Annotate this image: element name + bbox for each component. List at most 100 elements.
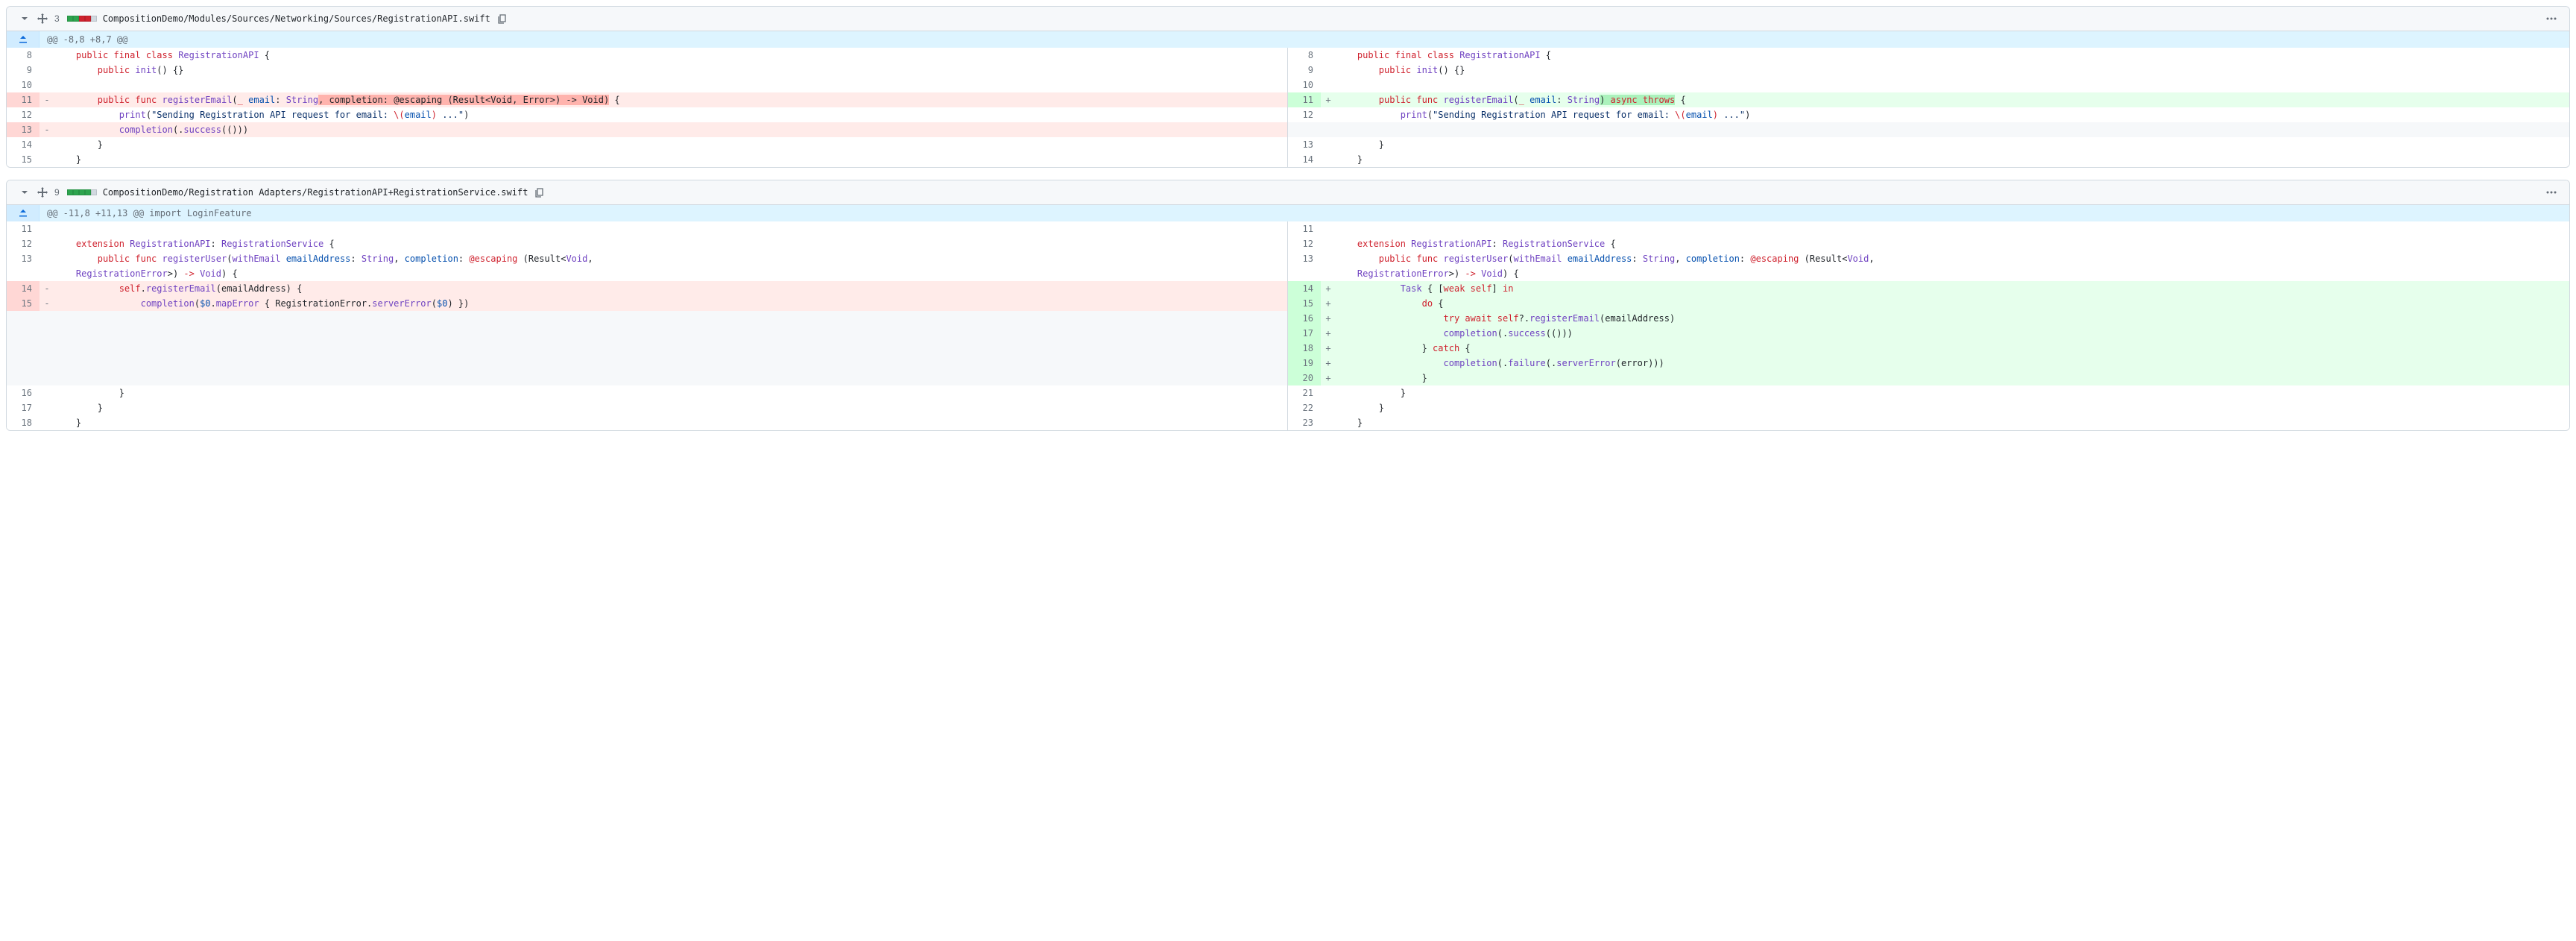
- expand-up-icon[interactable]: [7, 31, 40, 48]
- line-number[interactable]: 9: [1288, 63, 1321, 78]
- diff-line[interactable]: [7, 341, 1287, 356]
- line-number[interactable]: 13: [7, 251, 40, 281]
- diff-line[interactable]: [7, 326, 1287, 341]
- line-number[interactable]: 15: [1288, 296, 1321, 311]
- kebab-menu-icon[interactable]: [2545, 13, 2557, 25]
- chevron-down-icon[interactable]: [19, 186, 31, 198]
- code-content: }: [54, 152, 1287, 167]
- line-number[interactable]: 20: [1288, 371, 1321, 385]
- move-icon[interactable]: [37, 13, 48, 25]
- diff-line[interactable]: 20+ }: [1288, 371, 2569, 385]
- line-number[interactable]: 12: [7, 236, 40, 251]
- diff-line[interactable]: 14 }: [7, 137, 1287, 152]
- diff-line[interactable]: 18 }: [7, 415, 1287, 430]
- diff-line[interactable]: 15- completion($0.mapError { Registratio…: [7, 296, 1287, 311]
- line-number[interactable]: 23: [1288, 415, 1321, 430]
- diff-line[interactable]: 16 }: [7, 385, 1287, 400]
- line-number[interactable]: 16: [1288, 311, 1321, 326]
- diff-line[interactable]: 11: [1288, 221, 2569, 236]
- line-number[interactable]: 12: [7, 107, 40, 122]
- diff-line[interactable]: 10: [7, 78, 1287, 92]
- line-number[interactable]: 19: [1288, 356, 1321, 371]
- line-number[interactable]: 15: [7, 152, 40, 167]
- diff-line[interactable]: 18+ } catch {: [1288, 341, 2569, 356]
- diff-line[interactable]: 13- completion(.success(())): [7, 122, 1287, 137]
- line-number[interactable]: 12: [1288, 107, 1321, 122]
- line-number[interactable]: 13: [1288, 137, 1321, 152]
- line-number[interactable]: 18: [1288, 341, 1321, 356]
- diff-line[interactable]: 22 }: [1288, 400, 2569, 415]
- line-number[interactable]: 13: [7, 122, 40, 137]
- diff-line[interactable]: 13 public func registerUser(withEmail em…: [7, 251, 1287, 281]
- line-number[interactable]: 11: [7, 92, 40, 107]
- line-number[interactable]: 9: [7, 63, 40, 78]
- line-number[interactable]: 15: [7, 296, 40, 311]
- line-number[interactable]: [1288, 122, 1321, 137]
- diff-line[interactable]: 8 public final class RegistrationAPI {: [1288, 48, 2569, 63]
- line-number[interactable]: 14: [7, 281, 40, 296]
- diff-line[interactable]: 11: [7, 221, 1287, 236]
- line-number[interactable]: [7, 356, 40, 371]
- diff-line[interactable]: 19+ completion(.failure(.serverError(err…: [1288, 356, 2569, 371]
- kebab-menu-icon[interactable]: [2545, 186, 2557, 198]
- diff-line[interactable]: 9 public init() {}: [1288, 63, 2569, 78]
- diff-line[interactable]: 15 }: [7, 152, 1287, 167]
- diff-line[interactable]: 12 print("Sending Registration API reque…: [1288, 107, 2569, 122]
- diff-line[interactable]: 21 }: [1288, 385, 2569, 400]
- diff-line[interactable]: 12 extension RegistrationAPI: Registrati…: [7, 236, 1287, 251]
- diff-line[interactable]: 14+ Task { [weak self] in: [1288, 281, 2569, 296]
- line-number[interactable]: 21: [1288, 385, 1321, 400]
- diff-line[interactable]: [1288, 122, 2569, 137]
- line-number[interactable]: 14: [1288, 281, 1321, 296]
- diff-line[interactable]: 8 public final class RegistrationAPI {: [7, 48, 1287, 63]
- diff-line[interactable]: 11- public func registerEmail(_ email: S…: [7, 92, 1287, 107]
- expand-up-icon[interactable]: [7, 205, 40, 221]
- line-number[interactable]: 8: [1288, 48, 1321, 63]
- chevron-down-icon[interactable]: [19, 13, 31, 25]
- line-number[interactable]: 11: [1288, 221, 1321, 236]
- file-path[interactable]: CompositionDemo/Registration Adapters/Re…: [103, 187, 528, 198]
- line-number[interactable]: 16: [7, 385, 40, 400]
- diff-marker: +: [1321, 281, 1336, 296]
- diff-line[interactable]: [7, 311, 1287, 326]
- code-content: completion($0.mapError { RegistrationErr…: [54, 296, 1287, 311]
- diff-line[interactable]: [7, 371, 1287, 385]
- diff-line[interactable]: 16+ try await self?.registerEmail(emailA…: [1288, 311, 2569, 326]
- line-number[interactable]: [7, 326, 40, 341]
- line-number[interactable]: 10: [1288, 78, 1321, 92]
- line-number[interactable]: 14: [7, 137, 40, 152]
- diff-line[interactable]: 14 }: [1288, 152, 2569, 167]
- line-number[interactable]: 11: [1288, 92, 1321, 107]
- line-number[interactable]: 10: [7, 78, 40, 92]
- line-number[interactable]: 17: [7, 400, 40, 415]
- line-number[interactable]: 14: [1288, 152, 1321, 167]
- copy-icon[interactable]: [534, 186, 546, 198]
- diff-line[interactable]: 11+ public func registerEmail(_ email: S…: [1288, 92, 2569, 107]
- move-icon[interactable]: [37, 186, 48, 198]
- line-number[interactable]: 22: [1288, 400, 1321, 415]
- diff-line[interactable]: 17+ completion(.success(())): [1288, 326, 2569, 341]
- line-number[interactable]: [7, 311, 40, 326]
- diff-line[interactable]: 23 }: [1288, 415, 2569, 430]
- line-number[interactable]: 11: [7, 221, 40, 236]
- diff-line[interactable]: 10: [1288, 78, 2569, 92]
- diff-line[interactable]: 12 print("Sending Registration API reque…: [7, 107, 1287, 122]
- diff-line[interactable]: 9 public init() {}: [7, 63, 1287, 78]
- diff-line[interactable]: 13 public func registerUser(withEmail em…: [1288, 251, 2569, 281]
- diff-line[interactable]: 17 }: [7, 400, 1287, 415]
- line-number[interactable]: [7, 341, 40, 356]
- diff-line[interactable]: [7, 356, 1287, 371]
- code-content: Task { [weak self] in: [1336, 281, 2569, 296]
- file-path[interactable]: CompositionDemo/Modules/Sources/Networki…: [103, 13, 490, 24]
- copy-icon[interactable]: [496, 13, 508, 25]
- diff-line[interactable]: 14- self.registerEmail(emailAddress) {: [7, 281, 1287, 296]
- line-number[interactable]: 12: [1288, 236, 1321, 251]
- diff-line[interactable]: 12 extension RegistrationAPI: Registrati…: [1288, 236, 2569, 251]
- line-number[interactable]: 8: [7, 48, 40, 63]
- line-number[interactable]: 18: [7, 415, 40, 430]
- diff-line[interactable]: 15+ do {: [1288, 296, 2569, 311]
- diff-line[interactable]: 13 }: [1288, 137, 2569, 152]
- line-number[interactable]: 13: [1288, 251, 1321, 281]
- line-number[interactable]: 17: [1288, 326, 1321, 341]
- line-number[interactable]: [7, 371, 40, 385]
